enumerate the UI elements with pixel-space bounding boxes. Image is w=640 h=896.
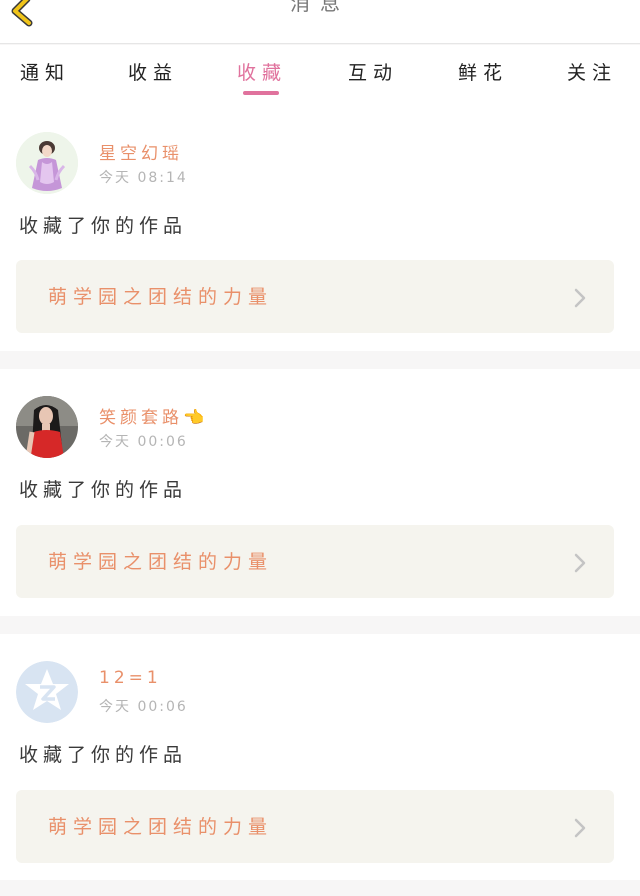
- avatar-girl-red-dress-icon: [16, 396, 78, 458]
- page-title: 消息: [290, 0, 350, 15]
- notification-card: 12=1 今天 00:06 收藏了你的作品 萌学园之团结的力量: [0, 634, 640, 880]
- messages-page: 消息 通知 收益 收藏 互动 鲜花 关注 星空幻瑶 今天 08:14 收藏了你的…: [0, 0, 640, 896]
- tab-bar: 通知 收益 收藏 互动 鲜花 关注: [0, 45, 640, 115]
- work-title: 萌学园之团结的力量: [48, 816, 274, 838]
- timestamp: 今天 08:14: [99, 170, 188, 186]
- chevron-right-icon: [574, 288, 586, 308]
- timestamp: 今天 00:06: [99, 699, 188, 715]
- username[interactable]: 星空幻瑶: [99, 139, 183, 164]
- notification-card: 笑颜套路👈 今天 00:06 收藏了你的作品 萌学园之团结的力量: [0, 369, 640, 616]
- tab-flowers[interactable]: 鲜花: [458, 53, 508, 93]
- chevron-right-icon: [574, 818, 586, 838]
- avatar[interactable]: [16, 661, 78, 723]
- avatar[interactable]: [16, 132, 78, 194]
- avatar[interactable]: [16, 396, 78, 458]
- chevron-right-icon: [574, 553, 586, 573]
- active-tab-indicator: [243, 91, 279, 95]
- username[interactable]: 12=1: [99, 668, 162, 688]
- avatar-qzone-default-icon: [16, 661, 78, 723]
- tab-follows[interactable]: 关注: [567, 53, 617, 93]
- work-link[interactable]: 萌学园之团结的力量: [16, 525, 614, 598]
- work-link[interactable]: 萌学园之团结的力量: [16, 790, 614, 863]
- top-bar: 消息: [0, 0, 640, 44]
- work-title: 萌学园之团结的力量: [48, 286, 274, 308]
- tab-earnings[interactable]: 收益: [128, 53, 178, 93]
- username[interactable]: 笑颜套路👈: [99, 403, 208, 428]
- action-text: 收藏了你的作品: [19, 215, 188, 237]
- tab-interactions[interactable]: 互动: [348, 53, 398, 93]
- tab-favorites[interactable]: 收藏: [237, 53, 287, 93]
- timestamp: 今天 00:06: [99, 434, 188, 450]
- action-text: 收藏了你的作品: [19, 479, 188, 501]
- tab-notifications[interactable]: 通知: [20, 53, 70, 93]
- work-link[interactable]: 萌学园之团结的力量: [16, 260, 614, 333]
- work-title: 萌学园之团结的力量: [48, 551, 274, 573]
- avatar-fairy-girl-icon: [16, 132, 78, 194]
- notification-card: 星空幻瑶 今天 08:14 收藏了你的作品 萌学园之团结的力量: [0, 115, 640, 351]
- action-text: 收藏了你的作品: [19, 744, 188, 766]
